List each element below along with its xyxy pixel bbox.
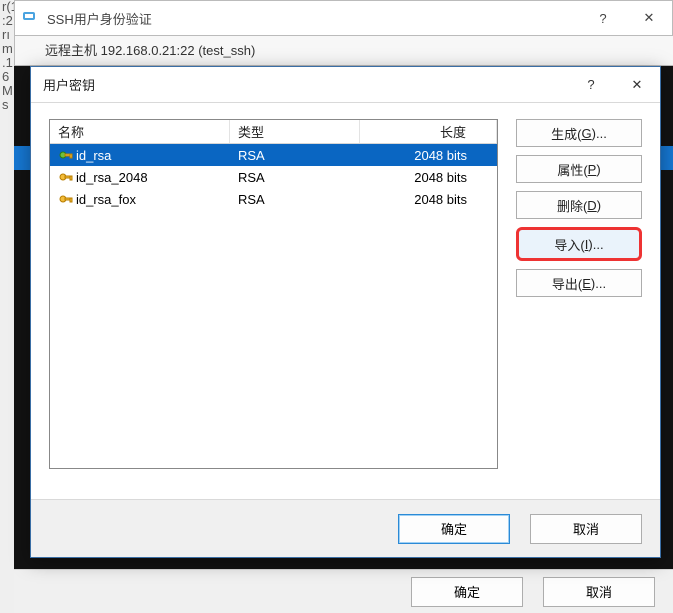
generate-button[interactable]: 生成(G)...	[516, 119, 642, 147]
key-icon	[58, 191, 74, 207]
app-icon	[21, 8, 41, 28]
dialog-title: 用户密钥	[43, 75, 568, 94]
parent-titlebar: SSH用户身份验证 ? ✕	[14, 0, 673, 36]
key-icon	[58, 147, 74, 163]
viewport: r(1:2rım.16Ms SSH用户身份验证 ? ✕ 远程主机 192.168…	[0, 0, 673, 613]
import-button[interactable]: 导入(I)...	[516, 227, 642, 261]
delete-button[interactable]: 删除(D)	[516, 191, 642, 219]
table-row[interactable]: id_rsa_2048 RSA2048 bits	[50, 166, 497, 188]
key-icon	[58, 169, 74, 185]
dialog-footer: 确定 取消	[31, 499, 660, 557]
cell-name: id_rsa	[50, 147, 230, 163]
key-name-text: id_rsa	[76, 148, 111, 163]
key-name-text: id_rsa_2048	[76, 170, 148, 185]
dialog-close-button[interactable]: ✕	[614, 68, 660, 102]
list-rows: id_rsaRSA2048 bitsid_rsa_2048RSA2048 bit…	[50, 144, 497, 468]
user-keys-dialog: 用户密钥 ? ✕ 名称 类型 长度 id_rsaRSA2048 bitsid_r…	[30, 66, 661, 558]
parent-ok-button[interactable]: 确定	[411, 577, 523, 607]
key-name-text: id_rsa_fox	[76, 192, 136, 207]
dialog-titlebar: 用户密钥 ? ✕	[31, 67, 660, 103]
export-button[interactable]: 导出(E)...	[516, 269, 642, 297]
parent-cancel-button[interactable]: 取消	[543, 577, 655, 607]
cell-name: id_rsa_2048	[50, 169, 230, 185]
cell-length: 2048 bits	[360, 192, 497, 207]
table-row[interactable]: id_rsa RSA2048 bits	[50, 144, 497, 166]
key-list[interactable]: 名称 类型 长度 id_rsaRSA2048 bitsid_rsa_2048RS…	[49, 119, 498, 469]
ok-button[interactable]: 确定	[398, 514, 510, 544]
list-header[interactable]: 名称 类型 长度	[50, 120, 497, 144]
cell-type: RSA	[230, 192, 360, 207]
cell-length: 2048 bits	[360, 148, 497, 163]
parent-subheader: 远程主机 192.168.0.21:22 (test_ssh)	[14, 36, 673, 66]
dialog-body: 名称 类型 长度 id_rsaRSA2048 bitsid_rsa_2048RS…	[31, 103, 660, 499]
col-header-name[interactable]: 名称	[50, 120, 230, 143]
cancel-button[interactable]: 取消	[530, 514, 642, 544]
dialog-help-button[interactable]: ?	[568, 68, 614, 102]
parent-title: SSH用户身份验证	[47, 9, 580, 28]
parent-close-button[interactable]: ✕	[626, 1, 672, 35]
left-gutter: r(1:2rım.16Ms	[0, 0, 14, 613]
col-header-length[interactable]: 长度	[360, 120, 497, 143]
side-buttons: 生成(G)... 属性(P) 删除(D) 导入(I)... 导出(E)...	[516, 119, 642, 499]
cell-length: 2048 bits	[360, 170, 497, 185]
parent-help-button[interactable]: ?	[580, 1, 626, 35]
properties-button[interactable]: 属性(P)	[516, 155, 642, 183]
cell-type: RSA	[230, 148, 360, 163]
col-header-type[interactable]: 类型	[230, 120, 360, 143]
parent-footer: 确定 取消	[14, 569, 673, 613]
table-row[interactable]: id_rsa_fox RSA2048 bits	[50, 188, 497, 210]
cell-type: RSA	[230, 170, 360, 185]
cell-name: id_rsa_fox	[50, 191, 230, 207]
